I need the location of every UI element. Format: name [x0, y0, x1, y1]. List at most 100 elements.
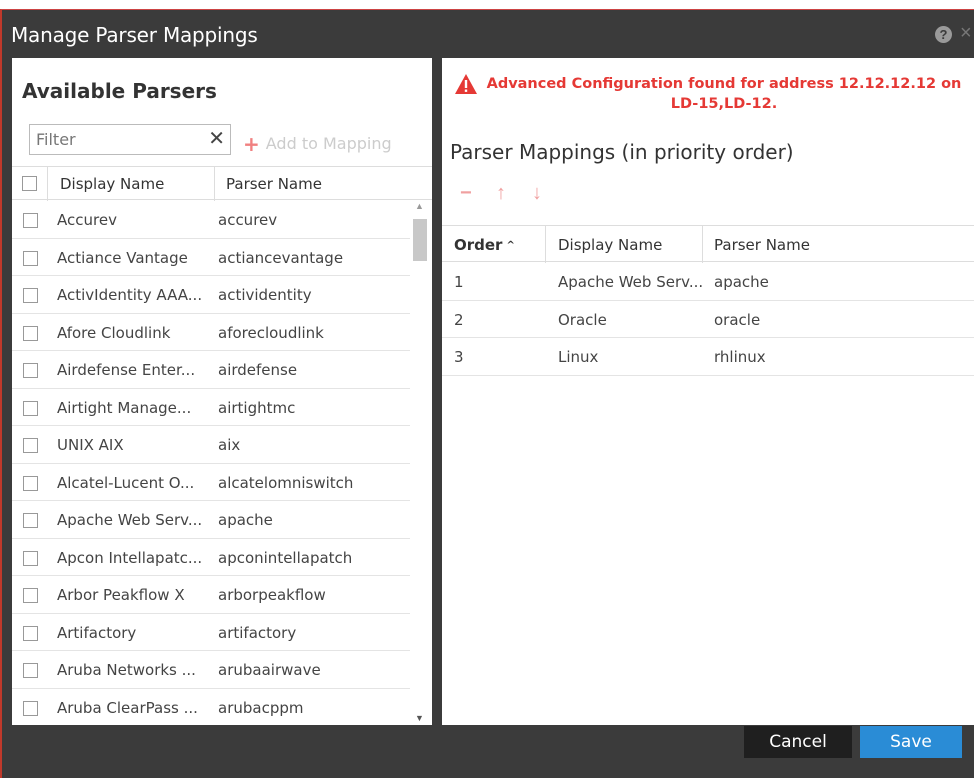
parser-name-cell: accurev: [218, 211, 278, 229]
sort-ascending-icon: ^: [506, 240, 515, 251]
row-checkbox[interactable]: [23, 250, 38, 266]
display-name-cell: Aruba Networks ...: [57, 661, 196, 679]
clear-filter-icon[interactable]: ✕: [208, 128, 225, 150]
row-checkbox[interactable]: [23, 550, 38, 566]
column-header-parser-name[interactable]: Parser Name: [714, 236, 810, 254]
display-name-cell: Oracle: [558, 310, 607, 329]
display-name-cell: Alcatel-Lucent O...: [57, 473, 195, 492]
display-name-cell: UNIX AIX: [57, 436, 124, 454]
cancel-button[interactable]: Cancel: [744, 726, 852, 758]
table-row[interactable]: 3 Linux rhlinux: [442, 338, 974, 376]
row-checkbox[interactable]: [23, 513, 38, 528]
available-grid-header: Display Name Parser Name: [12, 166, 432, 201]
display-name-cell: Airdefense Enter...: [57, 361, 196, 379]
parser-name-cell: actiancevantage: [218, 248, 344, 267]
display-name-cell: Linux: [558, 348, 599, 366]
scroll-down-arrow-icon[interactable]: ▼: [415, 713, 424, 723]
parser-name-cell: apconintellapatch: [218, 548, 353, 567]
display-name-cell: Artifactory: [57, 623, 137, 642]
display-name-cell: Airtight Manage...: [57, 398, 192, 417]
table-row[interactable]: Artifactory artifactory: [12, 614, 410, 651]
table-row[interactable]: UNIX AIX aix: [12, 426, 410, 464]
table-row[interactable]: ActivIdentity AAA... actividentity: [12, 276, 410, 314]
table-row[interactable]: Arbor Peakflow X arborpeakflow: [12, 576, 410, 614]
display-name-cell: Accurev: [57, 211, 117, 229]
row-checkbox[interactable]: [23, 325, 38, 341]
add-to-mapping-label: Add to Mapping: [265, 134, 392, 153]
parser-mappings-panel: Advanced Configuration found for address…: [442, 58, 974, 725]
save-button[interactable]: Save: [860, 726, 962, 758]
available-parsers-panel: Available Parsers ✕ + Add to Mapping Disp…: [12, 58, 432, 725]
add-to-mapping-button[interactable]: + Add to Mapping: [243, 132, 392, 156]
table-row[interactable]: Actiance Vantage actiancevantage: [12, 239, 410, 276]
table-row[interactable]: 2 Oracle oracle: [442, 301, 974, 338]
row-checkbox[interactable]: [23, 588, 38, 603]
parser-name-cell: arubaairwave: [218, 661, 321, 679]
parser-name-cell: oracle: [714, 310, 761, 329]
manage-parser-mappings-dialog: Manage Parser Mappings ? × Available Par…: [0, 9, 974, 778]
vertical-scrollbar[interactable]: ▲ ▼: [410, 201, 430, 725]
column-divider: [214, 167, 215, 201]
display-name-cell: ActivIdentity AAA...: [57, 286, 203, 304]
column-divider: [47, 167, 48, 201]
order-cell: 1: [454, 273, 464, 291]
table-row[interactable]: Apache Web Serv... apache: [12, 501, 410, 539]
filter-input[interactable]: [30, 125, 200, 154]
table-row[interactable]: Aruba ClearPass ... arubacppm: [12, 689, 410, 726]
column-header-display-name[interactable]: Display Name: [60, 175, 164, 193]
scroll-thumb[interactable]: [413, 219, 427, 261]
column-header-display-name[interactable]: Display Name: [558, 236, 662, 254]
display-name-cell: Afore Cloudlink: [57, 323, 171, 342]
remove-mapping-icon[interactable]: −: [460, 182, 472, 205]
order-cell: 3: [454, 348, 464, 366]
row-checkbox[interactable]: [23, 288, 38, 303]
parser-name-cell: airtightmc: [218, 398, 296, 417]
dialog-title: Manage Parser Mappings: [11, 23, 258, 47]
filter-box: ✕: [29, 124, 231, 155]
select-all-checkbox[interactable]: [22, 176, 37, 191]
row-checkbox[interactable]: [23, 363, 38, 378]
move-up-icon[interactable]: ↑: [496, 182, 506, 205]
column-header-order[interactable]: Order ^: [454, 236, 515, 254]
row-checkbox[interactable]: [23, 438, 38, 453]
table-row[interactable]: Alcatel-Lucent O... alcatelomniswitch: [12, 464, 410, 501]
row-checkbox[interactable]: [23, 400, 38, 416]
move-down-icon[interactable]: ↓: [532, 182, 542, 205]
parser-name-cell: alcatelomniswitch: [218, 473, 354, 492]
table-row[interactable]: Aruba Networks ... arubaairwave: [12, 651, 410, 689]
scroll-up-arrow-icon[interactable]: ▲: [415, 201, 424, 211]
row-checkbox[interactable]: [23, 213, 38, 228]
parser-name-cell: airdefense: [218, 361, 298, 379]
row-checkbox[interactable]: [23, 700, 38, 716]
available-parsers-list: Accurev accurev Actiance Vantage actiancev…: [12, 201, 410, 725]
parser-name-cell: artifactory: [218, 623, 297, 642]
display-name-cell: Apache Web Serv...: [57, 511, 203, 529]
plus-icon: +: [243, 132, 260, 156]
column-header-parser-name[interactable]: Parser Name: [226, 175, 322, 193]
warning-icon: [455, 74, 477, 94]
parser-name-cell: rhlinux: [714, 348, 766, 366]
close-icon[interactable]: ×: [960, 23, 974, 43]
mappings-grid-header: Order ^ Display Name Parser Name: [442, 225, 974, 263]
column-divider: [702, 226, 703, 263]
parser-name-cell: arubacppm: [218, 698, 304, 717]
table-row[interactable]: Afore Cloudlink aforecloudlink: [12, 314, 410, 351]
table-row[interactable]: Accurev accurev: [12, 201, 410, 239]
table-row[interactable]: Apcon Intellapatc... apconintellapatch: [12, 539, 410, 576]
parser-name-cell: arborpeakflow: [218, 586, 326, 604]
row-checkbox[interactable]: [23, 475, 38, 491]
table-row[interactable]: Airtight Manage... airtightmc: [12, 389, 410, 426]
row-checkbox[interactable]: [23, 663, 38, 678]
order-label: Order: [454, 236, 503, 254]
order-cell: 2: [454, 310, 464, 329]
parser-name-cell: aforecloudlink: [218, 323, 324, 342]
available-parsers-title: Available Parsers: [22, 79, 217, 103]
display-name-cell: Apache Web Serv...: [558, 273, 704, 291]
table-row[interactable]: 1 Apache Web Serv... apache: [442, 263, 974, 301]
table-row[interactable]: Airdefense Enter... airdefense: [12, 351, 410, 389]
column-divider: [545, 226, 546, 263]
parser-name-cell: actividentity: [218, 286, 312, 304]
help-icon[interactable]: ?: [935, 26, 952, 43]
row-checkbox[interactable]: [23, 625, 38, 641]
parser-mappings-title: Parser Mappings (in priority order): [450, 140, 794, 164]
